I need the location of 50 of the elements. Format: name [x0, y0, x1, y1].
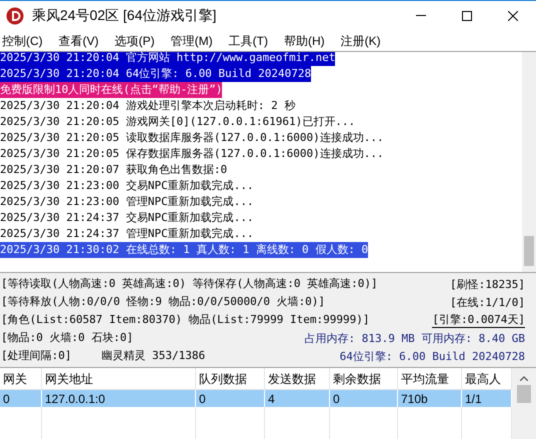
app-logo-icon — [6, 6, 24, 24]
scrollbar[interactable] — [512, 368, 536, 439]
menu-item[interactable]: 管理(M) — [168, 32, 215, 50]
status-text: [处理间隔:0] — [1, 348, 72, 364]
status-text: 幽灵精灵 353/1386 — [102, 348, 206, 364]
close-icon — [508, 10, 518, 20]
log-line: 2025/3/30 21:24:37 管理NPC重新加载完成... — [0, 226, 254, 242]
menu-item[interactable]: 查看(V) — [56, 32, 101, 50]
maximize-icon — [462, 10, 472, 20]
status-text: [刷怪:18235] — [450, 276, 525, 292]
menu-item[interactable]: 选项(P) — [112, 32, 157, 50]
menu-item[interactable]: 工具(T) — [226, 32, 270, 50]
menu-item[interactable]: 控制(C) — [0, 32, 45, 50]
table-cell: 710b — [398, 390, 462, 407]
status-text: [等待读取(人物高速:0 英雄高速:0) 等待保存(人物高速:0 英雄高速:0)] — [1, 276, 378, 292]
column-header[interactable]: 剩余数据 — [330, 368, 398, 389]
table-cell: 0 — [330, 390, 398, 407]
scroll-thumb[interactable] — [524, 236, 534, 266]
status-text: [在线:1/1/0] — [450, 294, 525, 310]
column-header[interactable]: 平均流量 — [398, 368, 462, 389]
status-text: [等待释放(人物:0/0/0 怪物:9 物品:0/0/50000/0 火墙:0)] — [1, 294, 326, 310]
log-line: 2025/3/30 21:20:05 读取数据库服务器(127.0.0.1:6000)连接成功... — [0, 130, 384, 146]
scroll-up-icon — [520, 376, 528, 381]
status-text: 占用内存: 813.9 MB 可用内存: 8.40 GB — [304, 330, 525, 346]
column-header[interactable]: 网关 — [0, 368, 42, 389]
status-text: [角色(List:60587 Item:80370) 物品(List:79999 Item:99999)] — [1, 312, 370, 328]
column-header[interactable]: 队列数据 — [196, 368, 265, 389]
menu-item[interactable]: 注册(K) — [338, 32, 383, 50]
table-cell: 4 — [265, 390, 330, 407]
table-row[interactable]: 0 127.0.0.1:0 0 4 0 710b 1/1 — [0, 390, 512, 407]
log-line: 2025/3/30 21:23:00 管理NPC重新加载完成... — [0, 194, 254, 210]
status-text: 64位引擎: 6.00 Build 20240728 — [340, 348, 525, 364]
table-cell: 127.0.0.1:0 — [42, 390, 196, 407]
log-line: 2025/3/30 21:20:05 游戏网关[0](127.0.0.1:61961)已打开... — [0, 114, 356, 130]
log-line: 2025/3/30 21:23:00 交易NPC重新加载完成... — [0, 178, 254, 194]
scroll-thumb[interactable] — [517, 385, 531, 403]
table-cell: 0 — [0, 390, 42, 407]
minimize-icon — [416, 15, 426, 16]
column-header[interactable]: 发送数据 — [265, 368, 330, 389]
status-text: [引擎:0.0074天] — [432, 312, 525, 328]
table-cell: 0 — [196, 390, 265, 407]
log-line: 2025/3/30 21:24:37 交易NPC重新加载完成... — [0, 210, 254, 226]
window-title: 乘风24号02区 [64位游戏引擎] — [32, 6, 216, 25]
status-text: [物品:0 火墙:0 石块:0] — [1, 330, 134, 346]
log-line: 2025/3/30 21:20:04 游戏处理引擎本次启动耗时: 2 秒 — [0, 98, 296, 114]
scrollbar[interactable] — [522, 52, 536, 272]
menu-item[interactable]: 帮助(H) — [282, 32, 327, 50]
column-header[interactable]: 网关地址 — [42, 368, 196, 389]
log-line: 2025/3/30 21:20:05 保存数据库服务器(127.0.0.1:6000)连接成功... — [0, 146, 384, 162]
log-line: 2025/3/30 21:20:07 获取角色出售数据:0 — [0, 162, 228, 178]
